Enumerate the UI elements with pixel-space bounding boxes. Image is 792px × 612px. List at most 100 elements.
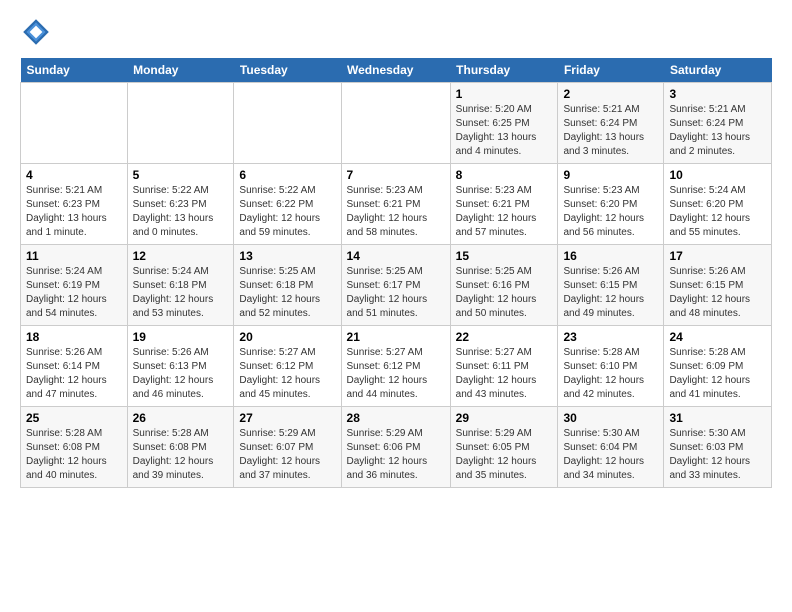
calendar-cell: 26 Sunrise: 5:28 AM Sunset: 6:08 PM Dayli… — [127, 407, 234, 488]
day-info: Sunrise: 5:24 AM Sunset: 6:19 PM Dayligh… — [26, 265, 122, 321]
day-info: Sunrise: 5:21 AM Sunset: 6:24 PM Dayligh… — [669, 103, 766, 159]
day-number: 10 — [669, 168, 766, 182]
calendar-cell: 22 Sunrise: 5:27 AM Sunset: 6:11 PM Dayli… — [450, 326, 558, 407]
calendar-cell: 21 Sunrise: 5:27 AM Sunset: 6:12 PM Dayli… — [341, 326, 450, 407]
calendar-cell — [234, 83, 341, 164]
week-row-5: 25 Sunrise: 5:28 AM Sunset: 6:08 PM Dayli… — [21, 407, 772, 488]
week-row-3: 11 Sunrise: 5:24 AM Sunset: 6:19 PM Dayli… — [21, 245, 772, 326]
day-info: Sunrise: 5:25 AM Sunset: 6:17 PM Dayligh… — [347, 265, 445, 321]
calendar-cell: 30 Sunrise: 5:30 AM Sunset: 6:04 PM Dayli… — [558, 407, 664, 488]
calendar-cell: 14 Sunrise: 5:25 AM Sunset: 6:17 PM Dayli… — [341, 245, 450, 326]
day-info: Sunrise: 5:24 AM Sunset: 6:20 PM Dayligh… — [669, 184, 766, 240]
day-number: 17 — [669, 249, 766, 263]
day-number: 31 — [669, 411, 766, 425]
day-info: Sunrise: 5:27 AM Sunset: 6:12 PM Dayligh… — [347, 346, 445, 402]
day-number: 27 — [239, 411, 335, 425]
calendar-cell: 5 Sunrise: 5:22 AM Sunset: 6:23 PM Daylig… — [127, 164, 234, 245]
day-info: Sunrise: 5:23 AM Sunset: 6:20 PM Dayligh… — [563, 184, 658, 240]
page: SundayMondayTuesdayWednesdayThursdayFrid… — [0, 0, 792, 498]
day-number: 14 — [347, 249, 445, 263]
day-info: Sunrise: 5:27 AM Sunset: 6:11 PM Dayligh… — [456, 346, 553, 402]
day-info: Sunrise: 5:26 AM Sunset: 6:14 PM Dayligh… — [26, 346, 122, 402]
day-number: 11 — [26, 249, 122, 263]
col-header-tuesday: Tuesday — [234, 58, 341, 83]
day-info: Sunrise: 5:26 AM Sunset: 6:13 PM Dayligh… — [133, 346, 229, 402]
calendar-cell: 3 Sunrise: 5:21 AM Sunset: 6:24 PM Daylig… — [664, 83, 772, 164]
day-number: 24 — [669, 330, 766, 344]
calendar-cell: 1 Sunrise: 5:20 AM Sunset: 6:25 PM Daylig… — [450, 83, 558, 164]
day-number: 6 — [239, 168, 335, 182]
day-number: 12 — [133, 249, 229, 263]
col-header-sunday: Sunday — [21, 58, 128, 83]
calendar-cell — [127, 83, 234, 164]
day-number: 22 — [456, 330, 553, 344]
day-number: 9 — [563, 168, 658, 182]
day-info: Sunrise: 5:24 AM Sunset: 6:18 PM Dayligh… — [133, 265, 229, 321]
calendar-cell: 24 Sunrise: 5:28 AM Sunset: 6:09 PM Dayli… — [664, 326, 772, 407]
day-info: Sunrise: 5:23 AM Sunset: 6:21 PM Dayligh… — [456, 184, 553, 240]
day-info: Sunrise: 5:28 AM Sunset: 6:10 PM Dayligh… — [563, 346, 658, 402]
day-number: 25 — [26, 411, 122, 425]
logo-icon — [20, 16, 52, 48]
calendar-cell: 29 Sunrise: 5:29 AM Sunset: 6:05 PM Dayli… — [450, 407, 558, 488]
calendar-cell: 4 Sunrise: 5:21 AM Sunset: 6:23 PM Daylig… — [21, 164, 128, 245]
calendar-cell: 8Sunrise: 5:23 AM Sunset: 6:21 PM Daylig… — [450, 164, 558, 245]
day-info: Sunrise: 5:29 AM Sunset: 6:06 PM Dayligh… — [347, 427, 445, 483]
day-number: 15 — [456, 249, 553, 263]
calendar-cell: 16 Sunrise: 5:26 AM Sunset: 6:15 PM Dayli… — [558, 245, 664, 326]
day-number: 3 — [669, 87, 766, 101]
day-info: Sunrise: 5:28 AM Sunset: 6:08 PM Dayligh… — [26, 427, 122, 483]
col-header-friday: Friday — [558, 58, 664, 83]
day-number: 16 — [563, 249, 658, 263]
calendar-cell — [21, 83, 128, 164]
calendar-cell: 9 Sunrise: 5:23 AM Sunset: 6:20 PM Daylig… — [558, 164, 664, 245]
day-info: Sunrise: 5:28 AM Sunset: 6:09 PM Dayligh… — [669, 346, 766, 402]
col-header-thursday: Thursday — [450, 58, 558, 83]
col-header-monday: Monday — [127, 58, 234, 83]
day-number: 23 — [563, 330, 658, 344]
day-info: Sunrise: 5:29 AM Sunset: 6:05 PM Dayligh… — [456, 427, 553, 483]
day-info: Sunrise: 5:22 AM Sunset: 6:22 PM Dayligh… — [239, 184, 335, 240]
calendar-cell: 27Sunrise: 5:29 AM Sunset: 6:07 PM Dayli… — [234, 407, 341, 488]
day-number: 1 — [456, 87, 553, 101]
day-number: 4 — [26, 168, 122, 182]
day-number: 21 — [347, 330, 445, 344]
day-info: Sunrise: 5:30 AM Sunset: 6:04 PM Dayligh… — [563, 427, 658, 483]
day-number: 29 — [456, 411, 553, 425]
calendar-cell: 6 Sunrise: 5:22 AM Sunset: 6:22 PM Daylig… — [234, 164, 341, 245]
day-info: Sunrise: 5:25 AM Sunset: 6:18 PM Dayligh… — [239, 265, 335, 321]
calendar-cell: 28 Sunrise: 5:29 AM Sunset: 6:06 PM Dayli… — [341, 407, 450, 488]
day-info: Sunrise: 5:28 AM Sunset: 6:08 PM Dayligh… — [133, 427, 229, 483]
calendar-cell: 11 Sunrise: 5:24 AM Sunset: 6:19 PM Dayli… — [21, 245, 128, 326]
day-number: 28 — [347, 411, 445, 425]
col-header-saturday: Saturday — [664, 58, 772, 83]
calendar-cell: 19Sunrise: 5:26 AM Sunset: 6:13 PM Dayli… — [127, 326, 234, 407]
day-info: Sunrise: 5:30 AM Sunset: 6:03 PM Dayligh… — [669, 427, 766, 483]
col-header-wednesday: Wednesday — [341, 58, 450, 83]
day-number: 18 — [26, 330, 122, 344]
calendar-cell: 20Sunrise: 5:27 AM Sunset: 6:12 PM Dayli… — [234, 326, 341, 407]
day-info: Sunrise: 5:20 AM Sunset: 6:25 PM Dayligh… — [456, 103, 553, 159]
day-number: 26 — [133, 411, 229, 425]
week-row-2: 4 Sunrise: 5:21 AM Sunset: 6:23 PM Daylig… — [21, 164, 772, 245]
calendar-table: SundayMondayTuesdayWednesdayThursdayFrid… — [20, 58, 772, 488]
day-number: 5 — [133, 168, 229, 182]
calendar-header-row: SundayMondayTuesdayWednesdayThursdayFrid… — [21, 58, 772, 83]
day-number: 30 — [563, 411, 658, 425]
day-number: 2 — [563, 87, 658, 101]
week-row-1: 1 Sunrise: 5:20 AM Sunset: 6:25 PM Daylig… — [21, 83, 772, 164]
calendar-cell: 13 Sunrise: 5:25 AM Sunset: 6:18 PM Dayli… — [234, 245, 341, 326]
logo — [20, 16, 56, 48]
calendar-cell: 7 Sunrise: 5:23 AM Sunset: 6:21 PM Daylig… — [341, 164, 450, 245]
calendar-cell: 31 Sunrise: 5:30 AM Sunset: 6:03 PM Dayli… — [664, 407, 772, 488]
day-number: 13 — [239, 249, 335, 263]
day-info: Sunrise: 5:21 AM Sunset: 6:23 PM Dayligh… — [26, 184, 122, 240]
calendar-cell: 12 Sunrise: 5:24 AM Sunset: 6:18 PM Dayli… — [127, 245, 234, 326]
day-number: 7 — [347, 168, 445, 182]
day-info: Sunrise: 5:21 AM Sunset: 6:24 PM Dayligh… — [563, 103, 658, 159]
day-info: Sunrise: 5:22 AM Sunset: 6:23 PM Dayligh… — [133, 184, 229, 240]
calendar-cell: 15Sunrise: 5:25 AM Sunset: 6:16 PM Dayli… — [450, 245, 558, 326]
day-info: Sunrise: 5:26 AM Sunset: 6:15 PM Dayligh… — [563, 265, 658, 321]
day-info: Sunrise: 5:27 AM Sunset: 6:12 PM Dayligh… — [239, 346, 335, 402]
day-info: Sunrise: 5:23 AM Sunset: 6:21 PM Dayligh… — [347, 184, 445, 240]
